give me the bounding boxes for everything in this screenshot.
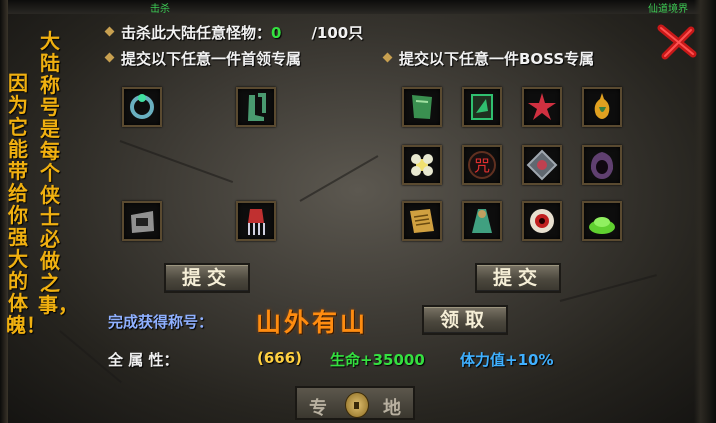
item-slot-scroll[interactable]: [402, 201, 442, 241]
special-right-char: 地: [383, 398, 401, 419]
item-slot-flower[interactable]: [402, 145, 442, 185]
submit-boss-row: 提交以下任意一件BOSS专属: [382, 48, 595, 69]
top-strip: [0, 0, 716, 14]
stone-crack: [559, 274, 657, 302]
curse-seal-icon: 咒: [468, 151, 496, 179]
lock-icon: [345, 392, 369, 418]
item-slot-gem-box[interactable]: [522, 145, 562, 185]
top-left-text: 击杀: [150, 4, 170, 15]
emerald-ring-icon: [130, 94, 154, 119]
title-quest-panel: 击杀 仙道境界 因为它能带给你强大的体魄！ 大陆称号是每个侠士必做之事， 击杀此…: [0, 0, 716, 423]
submit-leader-label: 提交以下任意一件首领专属: [121, 50, 302, 68]
claim-button[interactable]: 领取: [422, 305, 508, 335]
item-slot-claw-glove[interactable]: [236, 201, 276, 241]
stone-crack: [299, 155, 379, 202]
item-slot-green-card[interactable]: [462, 87, 502, 127]
red-eye-icon: [530, 209, 554, 233]
jade-figure-icon: [472, 209, 492, 233]
vertical-text-reason: 因为它能带给你强大的体魄！: [6, 71, 46, 337]
kill-current-count: 0: [271, 24, 282, 42]
diamond-bullet-icon: [382, 52, 393, 63]
item-slot-boots[interactable]: [236, 87, 276, 127]
silver-ring-icon: [131, 211, 154, 233]
close-icon[interactable]: [657, 24, 697, 60]
item-slot-green-powder[interactable]: [582, 201, 622, 241]
item-slot-red-eye[interactable]: [522, 201, 562, 241]
boots-icon: [248, 93, 266, 121]
stats-hp: 生命+35000: [330, 351, 425, 369]
item-slot-jade-figure[interactable]: [462, 201, 502, 241]
dark-hood-icon: [590, 152, 614, 179]
kill-total: /100只: [311, 24, 364, 42]
gourd-icon: [594, 93, 610, 119]
item-slot-dark-hood[interactable]: [582, 145, 622, 185]
gem-box-icon: [526, 149, 558, 181]
reward-label: 完成获得称号：: [108, 313, 214, 331]
submit-boss-leader-row: 提交以下任意一件首领专属: [104, 48, 302, 69]
kill-requirement-row: 击杀此大陆任意怪物：0/100只: [104, 22, 364, 43]
special-lock-button[interactable]: 专 地: [295, 386, 415, 420]
stats-stamina: 体力值+10%: [460, 351, 554, 369]
item-slot-curse-seal[interactable]: 咒: [462, 145, 502, 185]
stone-crack: [119, 140, 234, 183]
top-right-text: 仙道境界: [648, 4, 688, 15]
submit-left-button[interactable]: 提交: [164, 263, 250, 293]
red-star-icon: [528, 93, 556, 120]
stats-score: (666): [257, 349, 303, 367]
reward-title: 山外有山: [256, 308, 369, 337]
submit-boss-label: 提交以下任意一件BOSS专属: [399, 50, 595, 68]
submit-right-button[interactable]: 提交: [475, 263, 561, 293]
item-slot-gourd[interactable]: [582, 87, 622, 127]
stats-label: 全 属 性：: [108, 351, 179, 369]
right-border: [694, 0, 716, 423]
jade-plaque-icon: [412, 95, 432, 119]
claw-glove-icon: [248, 209, 265, 235]
scroll-icon: [410, 209, 434, 233]
special-left-char: 专: [309, 398, 327, 419]
diamond-bullet-icon: [104, 52, 115, 63]
svg-text:咒: 咒: [474, 156, 490, 175]
green-card-icon: [471, 94, 493, 120]
green-powder-icon: [589, 217, 615, 234]
item-slot-silver-ring[interactable]: [122, 201, 162, 241]
flower-icon: [411, 154, 433, 176]
item-slot-emerald-ring[interactable]: [122, 87, 162, 127]
item-slot-red-star[interactable]: [522, 87, 562, 127]
diamond-bullet-icon: [104, 26, 115, 37]
kill-label: 击杀此大陆任意怪物：: [121, 24, 272, 42]
vertical-text-intro: 大陆称号是每个侠士必做之事，: [38, 29, 78, 317]
item-slot-jade-plaque[interactable]: [402, 87, 442, 127]
